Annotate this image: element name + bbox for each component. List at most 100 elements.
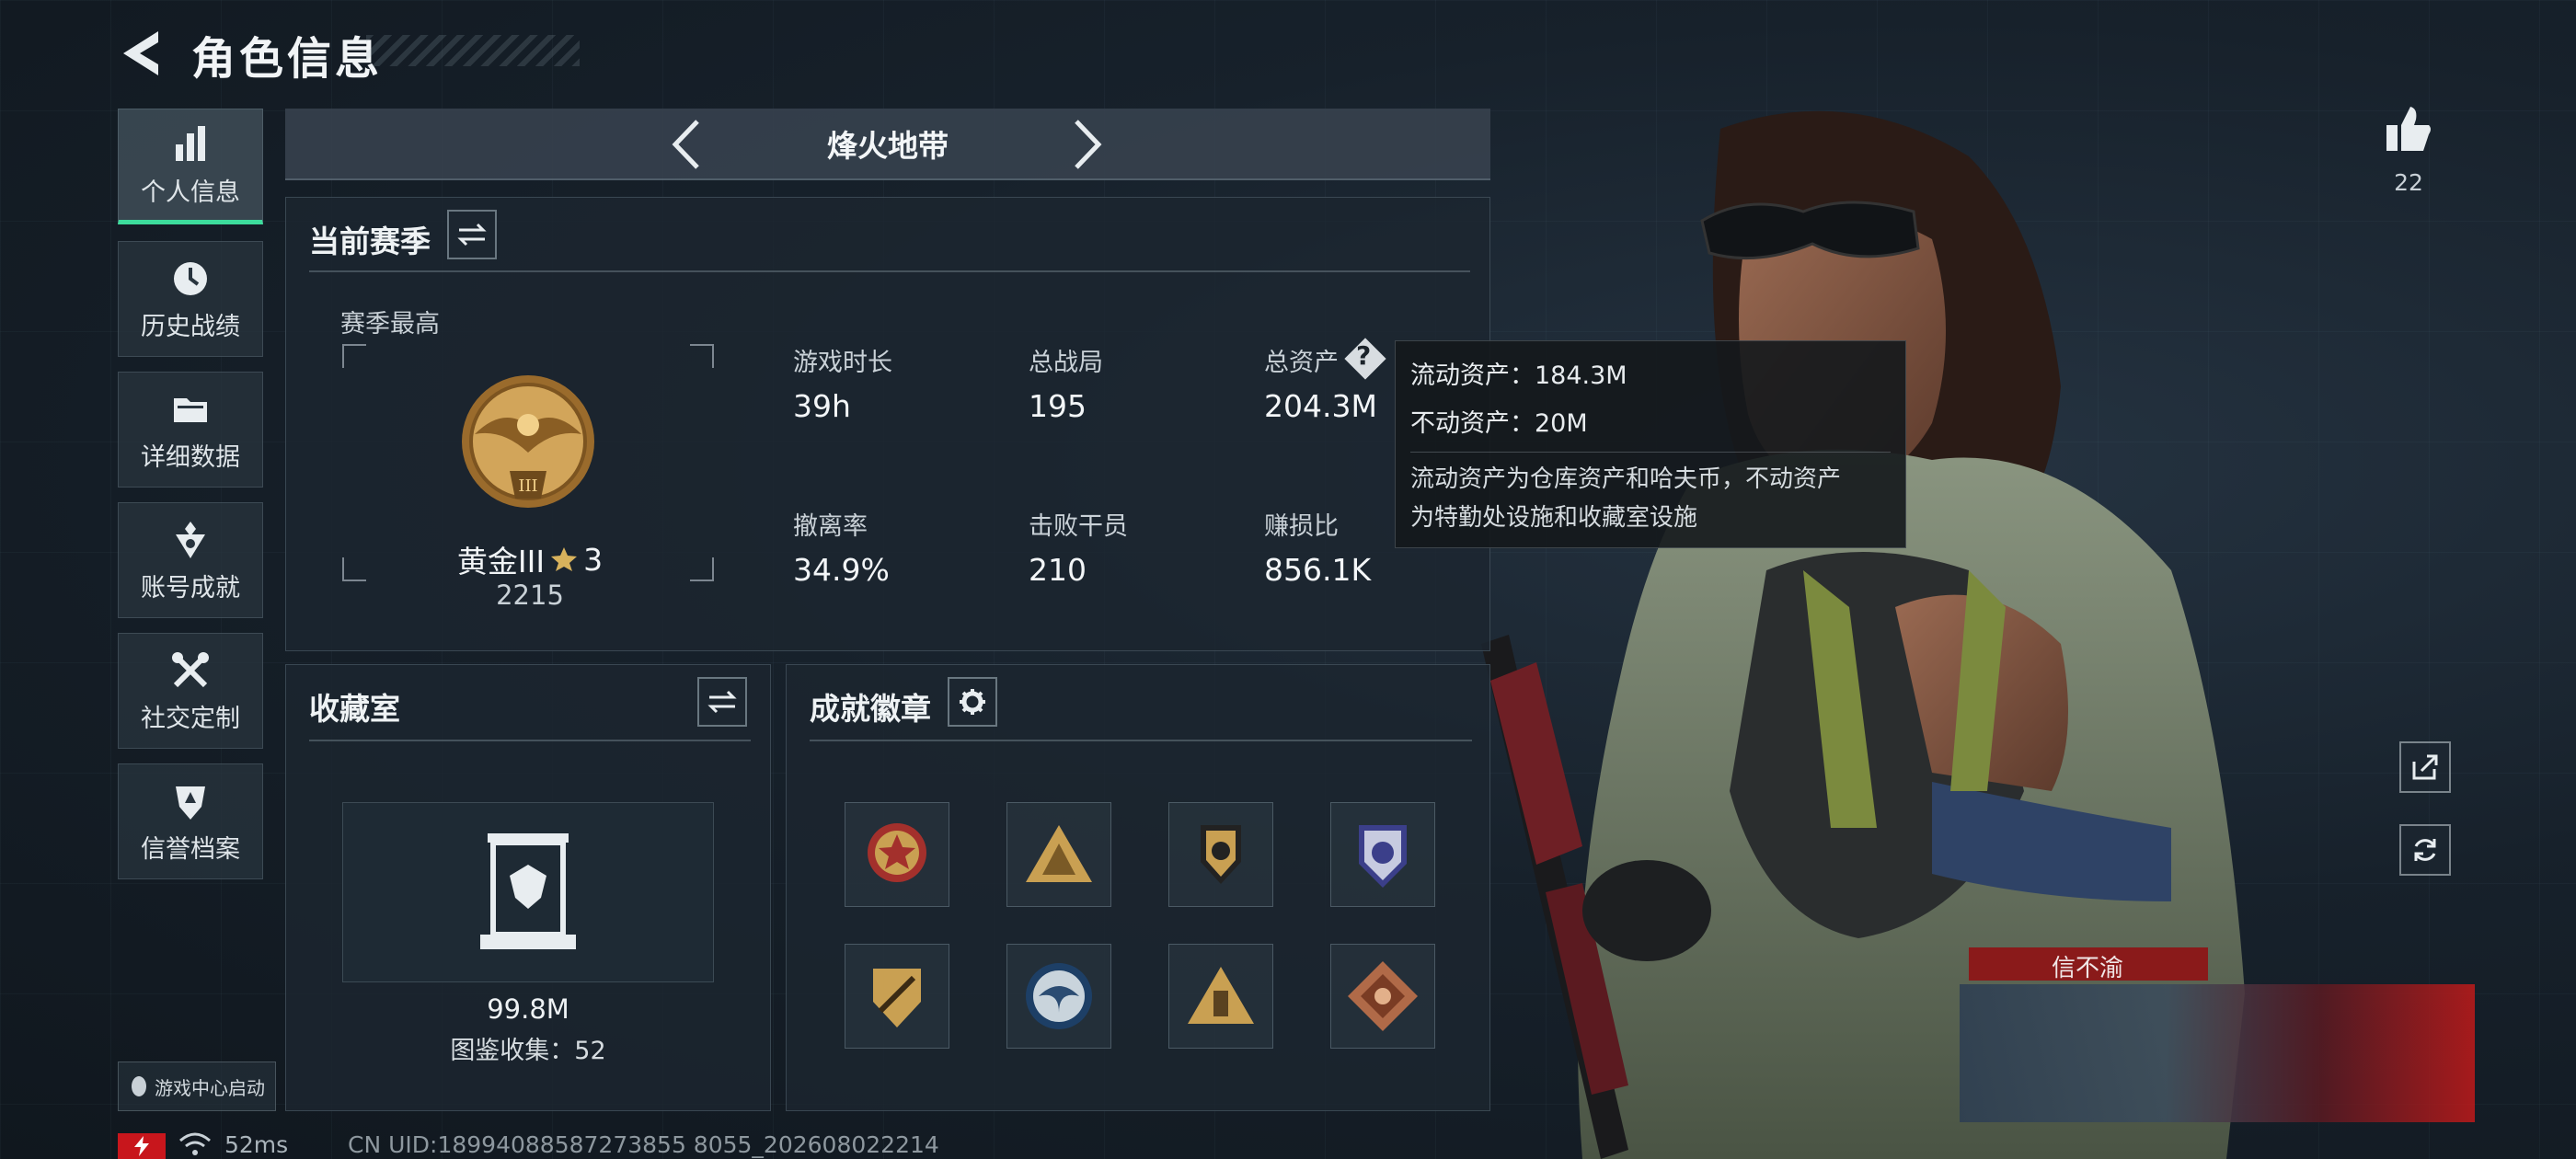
asset-tooltip: 流动资产：184.3M 不动资产：20M 流动资产为仓库资产和哈夫币，不动资产 … (1395, 340, 1906, 548)
badge-winged-shield[interactable] (1168, 802, 1273, 907)
stat-label-playtime: 游戏时长 (793, 349, 892, 377)
sidebar-item-label: 详细数据 (141, 442, 240, 472)
battery-indicator (118, 1133, 166, 1159)
sidebar-item-achievements[interactable]: 账号成就 (118, 502, 263, 618)
sidebar-item-label: 历史战绩 (141, 312, 240, 341)
share-button[interactable] (2399, 741, 2451, 793)
share-icon (2412, 754, 2438, 780)
stat-value-profit-ratio: 856.1K (1264, 552, 1372, 588)
gear-icon (960, 689, 985, 715)
stat-value-total-assets: 204.3M (1264, 388, 1377, 424)
tools-icon (172, 651, 209, 687)
like-count: 22 (2394, 169, 2423, 196)
mode-title: 烽火地带 (827, 128, 949, 164)
badge-dragon[interactable] (1330, 944, 1435, 1049)
rank-title: 黄金III 3 (447, 537, 613, 581)
sidebar-item-history[interactable]: 历史战绩 (118, 241, 263, 357)
player-name-tag: 信不渝 (1969, 947, 2208, 982)
prev-mode-arrow-icon[interactable] (670, 118, 703, 171)
frame-corner (342, 344, 366, 368)
triangle-soldier-icon (1188, 967, 1254, 1024)
sidebar-item-label: 信誉档案 (141, 834, 240, 864)
pixelated-overlay (1960, 984, 2475, 1122)
winged-shield-icon (1201, 825, 1241, 884)
stat-label-extract-rate: 撤离率 (793, 512, 868, 541)
season-switch-button[interactable] (447, 210, 497, 259)
badge-wrench-shield[interactable] (845, 944, 949, 1049)
shield-icon (176, 786, 205, 820)
star-icon (551, 547, 578, 571)
season-best-label: 赛季最高 (340, 310, 440, 339)
eagle-emblem-icon (1026, 963, 1092, 1029)
stat-value-kills: 210 (1029, 552, 1087, 588)
collection-panel-title: 收藏室 (309, 691, 400, 727)
tooltip-liquid-assets: 流动资产：184.3M (1410, 361, 1627, 390)
badge-triangle-soldier[interactable] (1168, 944, 1273, 1049)
sidebar-item-social[interactable]: 社交定制 (118, 633, 263, 749)
stat-value-extract-rate: 34.9% (793, 552, 890, 588)
collection-catalog: 图鉴收集：52 (450, 1037, 606, 1065)
stat-label-total-matches: 总战局 (1029, 349, 1103, 377)
season-panel-title: 当前赛季 (309, 224, 431, 259)
swap-arrows-icon (457, 223, 487, 247)
game-center-button[interactable]: 游戏中心启动 (118, 1061, 276, 1111)
sidebar-item-label: 社交定制 (141, 704, 240, 733)
rank-stars: 3 (583, 541, 604, 578)
collection-switch-button[interactable] (697, 677, 747, 727)
stat-value-total-matches: 195 (1029, 388, 1087, 424)
folder-icon (174, 397, 207, 422)
tooltip-fixed-assets: 不动资产：20M (1410, 409, 1588, 438)
badge-star-medal[interactable] (845, 802, 949, 907)
frame-corner (690, 557, 714, 581)
divider (810, 740, 1472, 741)
dragon-diamond-icon (1348, 961, 1418, 1031)
achievement-icon (176, 521, 205, 558)
player-name-text: 信不渝 (2052, 955, 2124, 982)
refresh-button[interactable] (2399, 824, 2451, 876)
clock-icon (174, 261, 207, 295)
wrench-shield-icon (873, 969, 921, 1027)
frame-corner (690, 344, 714, 368)
lightning-icon (134, 1136, 149, 1156)
badge-settings-button[interactable] (948, 677, 997, 727)
stat-label-total-assets: 总资产 (1264, 349, 1339, 377)
badge-triangle-squad[interactable] (1006, 802, 1111, 907)
rank-score: 2215 (496, 580, 564, 611)
sidebar-item-reputation[interactable]: 信誉档案 (118, 763, 263, 879)
sidebar-item-personal-info[interactable]: 个人信息 (118, 109, 263, 224)
divider (309, 270, 1470, 272)
next-mode-arrow-icon[interactable] (1071, 118, 1104, 171)
wifi-icon (179, 1132, 211, 1155)
title-decoration (366, 35, 580, 66)
display-case-icon (480, 833, 576, 949)
bar-chart-icon (176, 125, 205, 161)
stat-value-playtime: 39h (793, 388, 851, 424)
sidebar-item-label: 个人信息 (141, 178, 240, 207)
star-medal-icon (868, 823, 926, 882)
rank-name: 黄金III (456, 544, 546, 580)
back-arrow-icon[interactable] (118, 28, 164, 79)
qq-penguin-icon (132, 1076, 146, 1096)
user-uid: CN UID:18994088587273855 8055_2026080222… (348, 1131, 939, 1158)
badges-panel-title: 成就徽章 (810, 691, 931, 727)
collection-value: 99.8M (487, 993, 569, 1025)
svg-text:III: III (518, 476, 537, 496)
stat-label-profit-ratio: 赚损比 (1264, 512, 1339, 541)
sidebar-item-label: 账号成就 (141, 573, 240, 602)
sidebar-item-detail-data[interactable]: 详细数据 (118, 372, 263, 488)
divider (309, 740, 751, 741)
tooltip-description-line-2: 为特勤处设施和收藏室设施 (1410, 504, 1698, 532)
game-center-label: 游戏中心启动 (155, 1076, 265, 1099)
stat-label-kills: 击败干员 (1029, 512, 1128, 541)
thumbs-up-icon[interactable] (2383, 103, 2434, 155)
triangle-squad-icon (1026, 825, 1092, 882)
gold-rank-emblem-icon: III (462, 375, 594, 508)
swap-arrows-icon (707, 690, 737, 714)
refresh-icon (2414, 839, 2436, 861)
badge-eagle[interactable] (1006, 944, 1111, 1049)
police-badge-icon (1359, 825, 1407, 888)
ping-value: 52ms (224, 1131, 289, 1158)
badge-police[interactable] (1330, 802, 1435, 907)
frame-corner (342, 557, 366, 581)
page-title: 角色信息 (191, 33, 384, 85)
